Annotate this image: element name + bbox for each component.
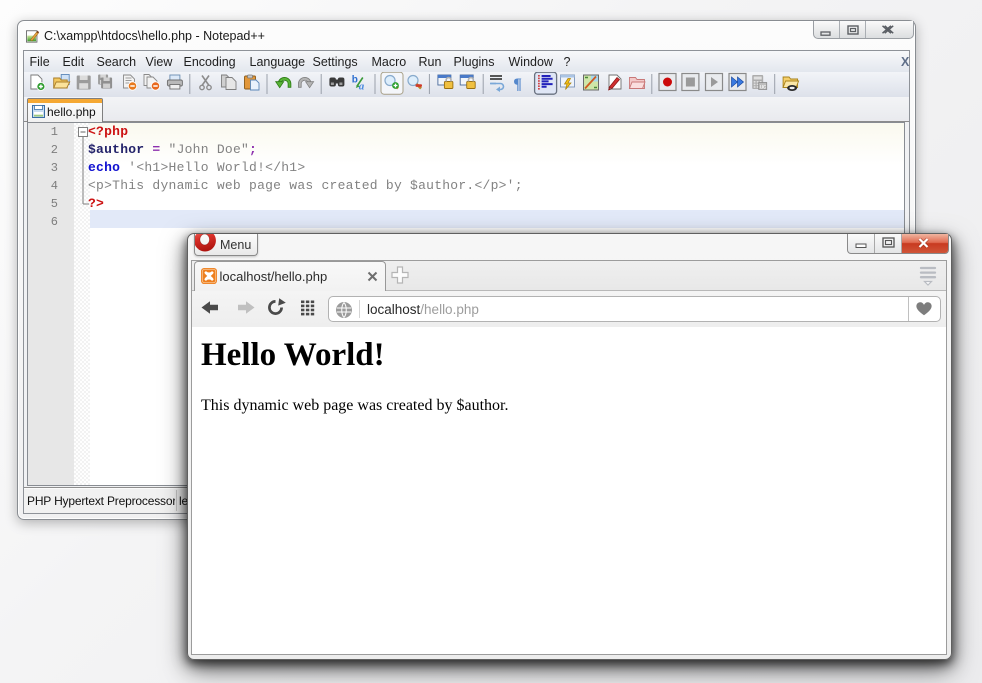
- svg-text:¶: ¶: [513, 76, 522, 93]
- svg-text:uc: uc: [760, 85, 766, 91]
- svg-text:b: b: [352, 75, 358, 86]
